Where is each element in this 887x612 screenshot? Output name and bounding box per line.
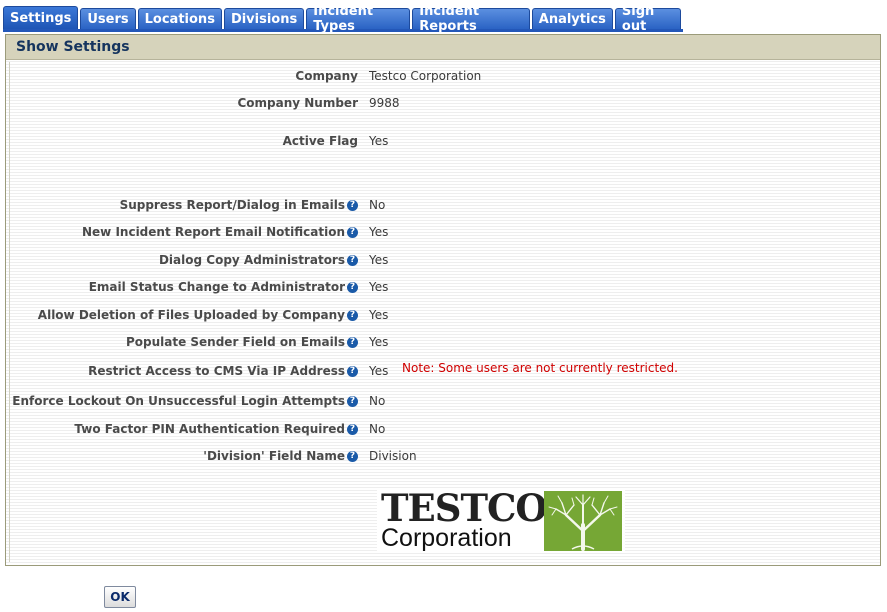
setting-label: Dialog Copy Administrators?: [159, 253, 358, 267]
setting-value: Yes: [369, 308, 389, 322]
setting-value: Yes: [369, 364, 389, 378]
settings-list: Company Testco Corporation Company Numbe…: [9, 62, 877, 562]
setting-row-company-number: Company Number 9988: [10, 96, 878, 112]
setting-label: Company: [295, 69, 358, 83]
help-icon[interactable]: ?: [347, 423, 358, 435]
help-icon[interactable]: ?: [347, 395, 358, 407]
setting-value: Yes: [369, 280, 389, 294]
setting-value: Yes: [369, 134, 389, 148]
setting-label: Populate Sender Field on Emails?: [126, 335, 358, 349]
setting-value: Yes: [369, 335, 389, 349]
help-icon[interactable]: ?: [347, 199, 358, 211]
help-icon[interactable]: ?: [347, 450, 358, 462]
setting-label: 'Division' Field Name?: [203, 449, 358, 463]
tab-analytics[interactable]: Analytics: [531, 8, 613, 29]
company-logo: TESTCO Corporation: [377, 489, 625, 551]
setting-label: Allow Deletion of Files Uploaded by Comp…: [38, 308, 358, 322]
logo-subtitle: Corporation: [381, 524, 512, 552]
tab-settings[interactable]: Settings: [3, 6, 79, 29]
setting-row-division-field-name: 'Division' Field Name? Division: [10, 449, 878, 465]
tab-sign-out[interactable]: Sign out: [614, 4, 681, 34]
panel-title: Show Settings: [6, 35, 880, 60]
restriction-note: Note: Some users are not currently restr…: [402, 361, 678, 375]
setting-value: Division: [369, 449, 417, 463]
tab-divisions[interactable]: Divisions: [223, 8, 305, 29]
tab-incident-types[interactable]: Incident Types: [306, 4, 411, 34]
setting-label: Restrict Access to CMS Via IP Address?: [88, 364, 358, 378]
setting-value: Yes: [369, 253, 389, 267]
setting-value: No: [369, 394, 386, 408]
setting-label: Active Flag: [282, 134, 358, 148]
setting-value: No: [369, 198, 386, 212]
setting-row-email-status-change: Email Status Change to Administrator? Ye…: [10, 280, 878, 296]
setting-row-two-factor: Two Factor PIN Authentication Required? …: [10, 422, 878, 438]
setting-row-new-incident-notification: New Incident Report Email Notification? …: [10, 225, 878, 241]
tab-locations[interactable]: Locations: [137, 8, 222, 29]
setting-row-enforce-lockout: Enforce Lockout On Unsuccessful Login At…: [10, 394, 878, 410]
help-icon[interactable]: ?: [347, 309, 358, 321]
help-icon[interactable]: ?: [347, 281, 358, 293]
setting-label: Company Number: [237, 96, 358, 110]
setting-row-company: Company Testco Corporation: [10, 69, 878, 85]
tab-users[interactable]: Users: [80, 8, 136, 29]
setting-label: Enforce Lockout On Unsuccessful Login At…: [12, 394, 358, 408]
help-icon[interactable]: ?: [347, 336, 358, 348]
setting-row-restrict-ip: Restrict Access to CMS Via IP Address? Y…: [10, 361, 878, 380]
tree-icon: [544, 491, 622, 551]
setting-value: Testco Corporation: [369, 69, 482, 83]
setting-row-populate-sender: Populate Sender Field on Emails? Yes: [10, 335, 878, 351]
ok-button[interactable]: OK: [104, 586, 136, 608]
settings-panel: Show Settings Company Testco Corporation…: [5, 34, 881, 566]
logo-wordmark: TESTCO: [381, 486, 548, 530]
setting-label: New Incident Report Email Notification?: [82, 225, 358, 239]
setting-label: Email Status Change to Administrator?: [89, 280, 358, 294]
tab-bar: Settings Users Locations Divisions Incid…: [3, 4, 683, 34]
help-icon[interactable]: ?: [347, 254, 358, 266]
help-icon[interactable]: ?: [347, 365, 358, 377]
setting-row-dialog-copy-admins: Dialog Copy Administrators? Yes: [10, 253, 878, 269]
setting-row-active-flag: Active Flag Yes: [10, 134, 878, 150]
setting-value: No: [369, 422, 386, 436]
setting-row-suppress-report: Suppress Report/Dialog in Emails? No: [10, 198, 878, 214]
tab-incident-reports[interactable]: Incident Reports: [412, 4, 530, 34]
setting-label: Two Factor PIN Authentication Required?: [74, 422, 358, 436]
setting-row-allow-deletion: Allow Deletion of Files Uploaded by Comp…: [10, 308, 878, 324]
setting-label: Suppress Report/Dialog in Emails?: [120, 198, 358, 212]
help-icon[interactable]: ?: [347, 226, 358, 238]
setting-value: Yes: [369, 225, 389, 239]
setting-value: 9988: [369, 96, 400, 110]
